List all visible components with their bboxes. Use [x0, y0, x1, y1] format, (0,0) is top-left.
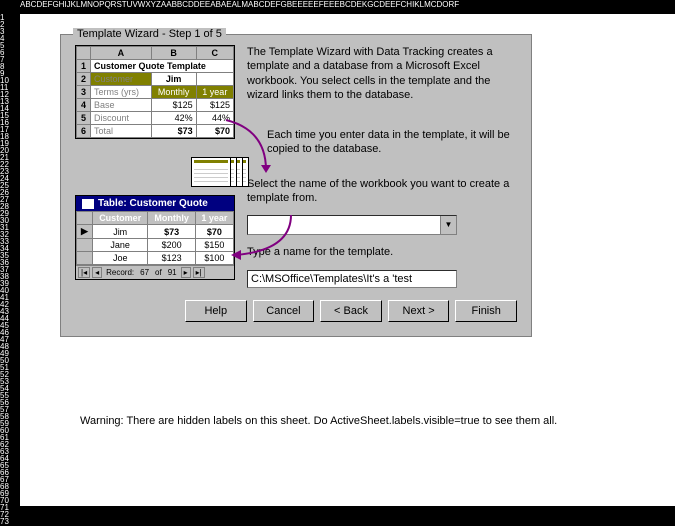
copy-text: Each time you enter data in the template… [267, 128, 517, 157]
template-name-input[interactable]: C:\MSOffice\Templates\It's a 'test [247, 270, 457, 288]
ruler-left: 1234567891011121314151617181920212223242… [0, 14, 20, 525]
name-label: Type a name for the template. [247, 245, 517, 259]
help-button[interactable]: Help [185, 300, 247, 322]
warning-text: Warning: There are hidden labels on this… [80, 414, 580, 428]
wizard-title: Template Wizard - Step 1 of 5 [73, 28, 226, 40]
record-navigator[interactable]: |◂ ◂ Record: 67 of 91 ▸ ▸| [76, 265, 234, 279]
workbook-select[interactable]: ▼ [247, 215, 457, 235]
next-button[interactable]: Next > [388, 300, 450, 322]
chevron-down-icon[interactable]: ▼ [440, 216, 456, 234]
nav-last-icon[interactable]: ▸| [193, 267, 205, 278]
cancel-button[interactable]: Cancel [253, 300, 315, 322]
ruler-top: ABCDEFGHIJKLMNOPQRSTUVWXYZAABBCDDEEABAEA… [0, 0, 675, 14]
nav-first-icon[interactable]: |◂ [78, 267, 90, 278]
back-button[interactable]: < Back [320, 300, 382, 322]
table-icon [82, 199, 94, 209]
canvas: Template Wizard - Step 1 of 5 ABC 1Custo… [20, 14, 675, 506]
preview-spreadsheet: ABC 1Customer Quote Template 2CustomerJi… [75, 45, 235, 139]
intro-text: The Template Wizard with Data Tracking c… [247, 45, 517, 102]
nav-next-icon[interactable]: ▸ [181, 267, 191, 278]
nav-prev-icon[interactable]: ◂ [92, 267, 102, 278]
preview-database: Table: Customer Quote CustomerMonthly1 y… [75, 195, 235, 280]
finish-button[interactable]: Finish [455, 300, 517, 322]
select-label: Select the name of the workbook you want… [247, 177, 517, 206]
wizard-dialog: Template Wizard - Step 1 of 5 ABC 1Custo… [60, 34, 532, 337]
